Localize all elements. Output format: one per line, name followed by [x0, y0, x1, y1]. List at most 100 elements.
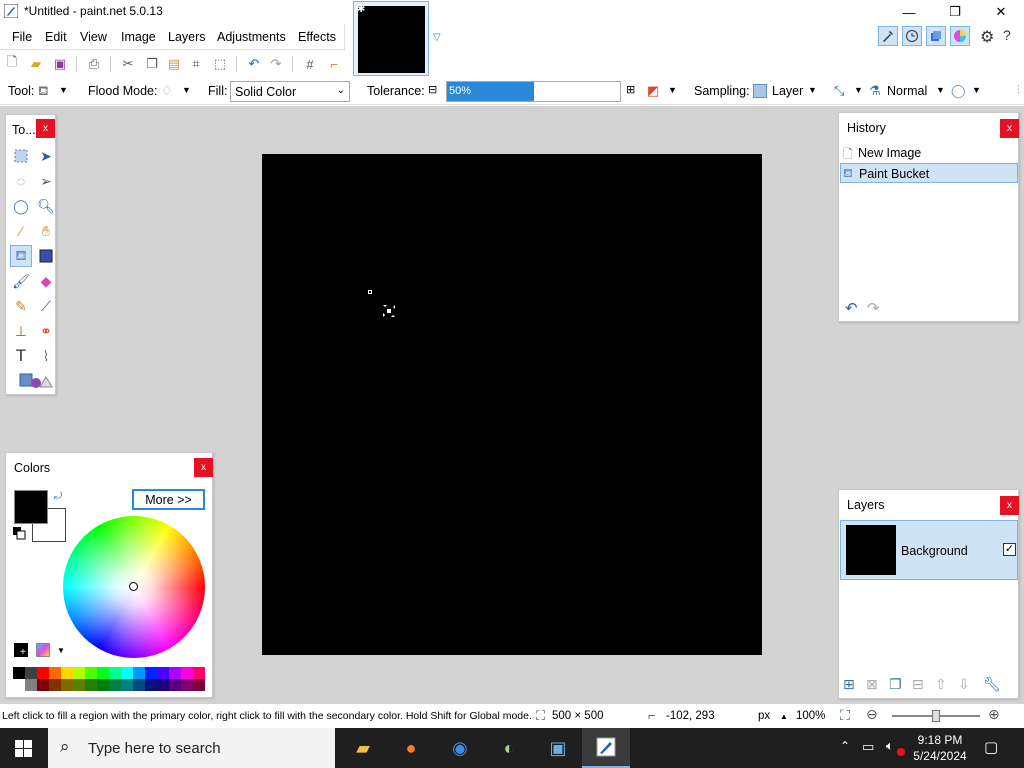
recolor-tool-icon[interactable]: ⚭ — [35, 320, 57, 342]
crop-icon[interactable]: ⌗ — [188, 56, 204, 72]
undo-icon[interactable]: ↶ — [246, 56, 262, 72]
print-icon[interactable]: ⎙ — [86, 56, 102, 72]
flood-mode-chevron-down-icon[interactable]: ▼ — [182, 85, 191, 95]
firefox-icon[interactable]: ● — [387, 728, 435, 768]
primary-color-swatch[interactable] — [14, 490, 48, 524]
menu-edit[interactable]: Edit — [45, 30, 67, 44]
pencil-tool-icon[interactable]: ✎ — [10, 295, 32, 317]
delete-layer-icon[interactable]: ⊠ — [866, 676, 878, 693]
menu-view[interactable]: View — [80, 30, 107, 44]
menu-file[interactable]: File — [12, 30, 32, 44]
action-center-icon[interactable]: ▢ — [984, 738, 998, 756]
lasso-select-tool-icon[interactable]: ◌ — [10, 170, 32, 192]
colors-panel-close-button[interactable]: x — [194, 458, 213, 477]
palette-chevron-down-icon[interactable]: ▼ — [57, 646, 65, 655]
blend-chevron-down-icon[interactable]: ▼ — [936, 85, 945, 95]
layer-properties-wrench-icon[interactable]: 🔧︎ — [983, 676, 1001, 693]
menu-layers[interactable]: Layers — [168, 30, 206, 44]
blend-mode-icon[interactable]: ⚗ — [869, 83, 881, 99]
image-list-chevron-down-icon[interactable]: ▽ — [433, 32, 441, 43]
cut-icon[interactable]: ✂ — [120, 56, 136, 72]
color-wheel-picker[interactable] — [129, 582, 138, 591]
restore-button[interactable]: ❐ — [932, 0, 978, 24]
zoom-to-window-icon[interactable]: ⛶ — [840, 707, 850, 724]
tools-window-toggle-icon[interactable] — [878, 26, 898, 46]
fill-select[interactable]: Solid Color ⌄ — [230, 81, 350, 102]
antialias-icon[interactable]: ◩ — [647, 83, 659, 99]
clipping-chevron-down-icon[interactable]: ▼ — [972, 85, 981, 95]
ellipse-select-tool-icon[interactable]: ◯ — [10, 195, 32, 217]
zoom-in-icon[interactable]: ⊕ — [988, 706, 1000, 723]
alpha-chevron-down-icon[interactable]: ▼ — [854, 85, 863, 95]
redo-icon[interactable]: ↷ — [268, 56, 284, 72]
zoom-tool-icon[interactable]: 🔍︎ — [35, 195, 57, 217]
menu-image[interactable]: Image — [121, 30, 156, 44]
paste-icon[interactable]: ▤ — [166, 56, 182, 72]
reset-colors-icon[interactable] — [13, 527, 27, 541]
blend-mode-value[interactable]: Normal — [887, 84, 927, 98]
file-explorer-icon[interactable]: ▰ — [339, 728, 387, 768]
windows-start-icon[interactable] — [15, 740, 32, 757]
palette-menu-icon[interactable] — [36, 643, 50, 657]
tools-panel-close-button[interactable]: x — [36, 119, 55, 138]
copy-icon[interactable]: ❐ — [144, 56, 160, 72]
clone-stamp-tool-icon[interactable]: ⊥ — [10, 320, 32, 342]
network-icon[interactable]: ▭ — [862, 739, 874, 755]
zoom-out-icon[interactable]: ⊖ — [866, 706, 878, 723]
move-layer-down-icon[interactable]: ⇩ — [958, 676, 970, 693]
sampling-layer-icon[interactable] — [753, 84, 767, 98]
open-folder-icon[interactable]: ▰ — [28, 56, 44, 72]
help-icon[interactable]: ? — [1003, 27, 1011, 43]
sampling-chevron-down-icon[interactable]: ▼ — [808, 85, 817, 95]
selection-clipping-icon[interactable]: ◯ — [951, 83, 966, 99]
history-item-new-image[interactable]: 🗋 New Image — [840, 143, 1018, 163]
layer-visibility-checkbox[interactable]: ✓ — [1003, 543, 1016, 556]
minimize-button[interactable]: — — [886, 0, 932, 24]
eraser-tool-icon[interactable]: ◆ — [35, 270, 57, 292]
paint-bucket-tool-icon[interactable]: ⛾ — [38, 83, 49, 101]
settings-gear-icon[interactable]: ⚙ — [980, 27, 994, 47]
tolerance-increase-icon[interactable]: ⊞ — [626, 83, 635, 96]
chrome-icon[interactable]: ◉ — [436, 728, 484, 768]
layers-panel-close-button[interactable]: x — [1000, 496, 1019, 515]
tool-chevron-down-icon[interactable]: ▼ — [59, 85, 68, 95]
history-redo-icon[interactable]: ↷ — [867, 299, 880, 317]
history-undo-icon[interactable]: ↶ — [845, 299, 858, 317]
grid-icon[interactable]: # — [302, 56, 318, 72]
flood-mode-contiguous-icon[interactable]: ♢ — [161, 83, 173, 99]
color-picker-tool-icon[interactable]: ⟋ — [35, 295, 57, 317]
tolerance-slider[interactable]: 50% — [446, 81, 621, 102]
tolerance-decrease-icon[interactable]: ⊟ — [428, 83, 437, 96]
image-canvas[interactable] — [262, 154, 762, 655]
close-window-button[interactable]: ✕ — [978, 0, 1024, 24]
color-wheel[interactable] — [63, 516, 205, 658]
shapes-tool-icon[interactable] — [10, 370, 58, 392]
system-clock[interactable]: 9:18 PM 5/24/2024 — [912, 732, 968, 764]
history-window-toggle-icon[interactable] — [902, 26, 922, 46]
volume-muted-icon[interactable]: 🔈︎ — [886, 738, 894, 754]
toolbar-overflow-icon[interactable]: ⋮ — [1014, 84, 1023, 95]
duplicate-layer-icon[interactable]: ❐ — [889, 676, 902, 693]
zoom-level[interactable]: 100% — [796, 710, 825, 722]
paint-bucket-tool-icon[interactable]: ⛾ — [10, 245, 32, 267]
paint-palette-app-icon[interactable]: ◐ — [485, 728, 533, 768]
add-to-palette-icon[interactable]: + — [14, 643, 28, 658]
move-selection-tool-icon[interactable]: ➢ — [35, 170, 57, 192]
deselect-icon[interactable]: ⬚ — [212, 56, 228, 72]
line-curve-tool-icon[interactable]: ⌇ — [35, 345, 57, 367]
merge-layer-icon[interactable]: ⊟ — [912, 676, 924, 693]
text-tool-icon[interactable]: T — [10, 345, 32, 367]
history-panel-close-button[interactable]: x — [1000, 119, 1019, 138]
taskbar-search-input[interactable]: ⌕ Type here to search — [48, 728, 335, 768]
alpha-blending-icon[interactable]: ⤡ — [834, 83, 844, 99]
colors-window-toggle-icon[interactable] — [950, 26, 970, 46]
layer-row-background[interactable]: Background ✓ — [840, 520, 1018, 580]
rectangle-select-tool-icon[interactable] — [10, 145, 32, 167]
image-tab-thumbnail[interactable]: ✱ — [353, 1, 429, 76]
menu-adjustments[interactable]: Adjustments — [217, 30, 286, 44]
menu-effects[interactable]: Effects — [298, 30, 336, 44]
move-selected-pixels-tool-icon[interactable]: ➤ — [35, 145, 57, 167]
layers-window-toggle-icon[interactable] — [926, 26, 946, 46]
move-layer-up-icon[interactable]: ⇧ — [935, 676, 947, 693]
units-chevron-up-icon[interactable]: ▲ — [780, 712, 788, 721]
